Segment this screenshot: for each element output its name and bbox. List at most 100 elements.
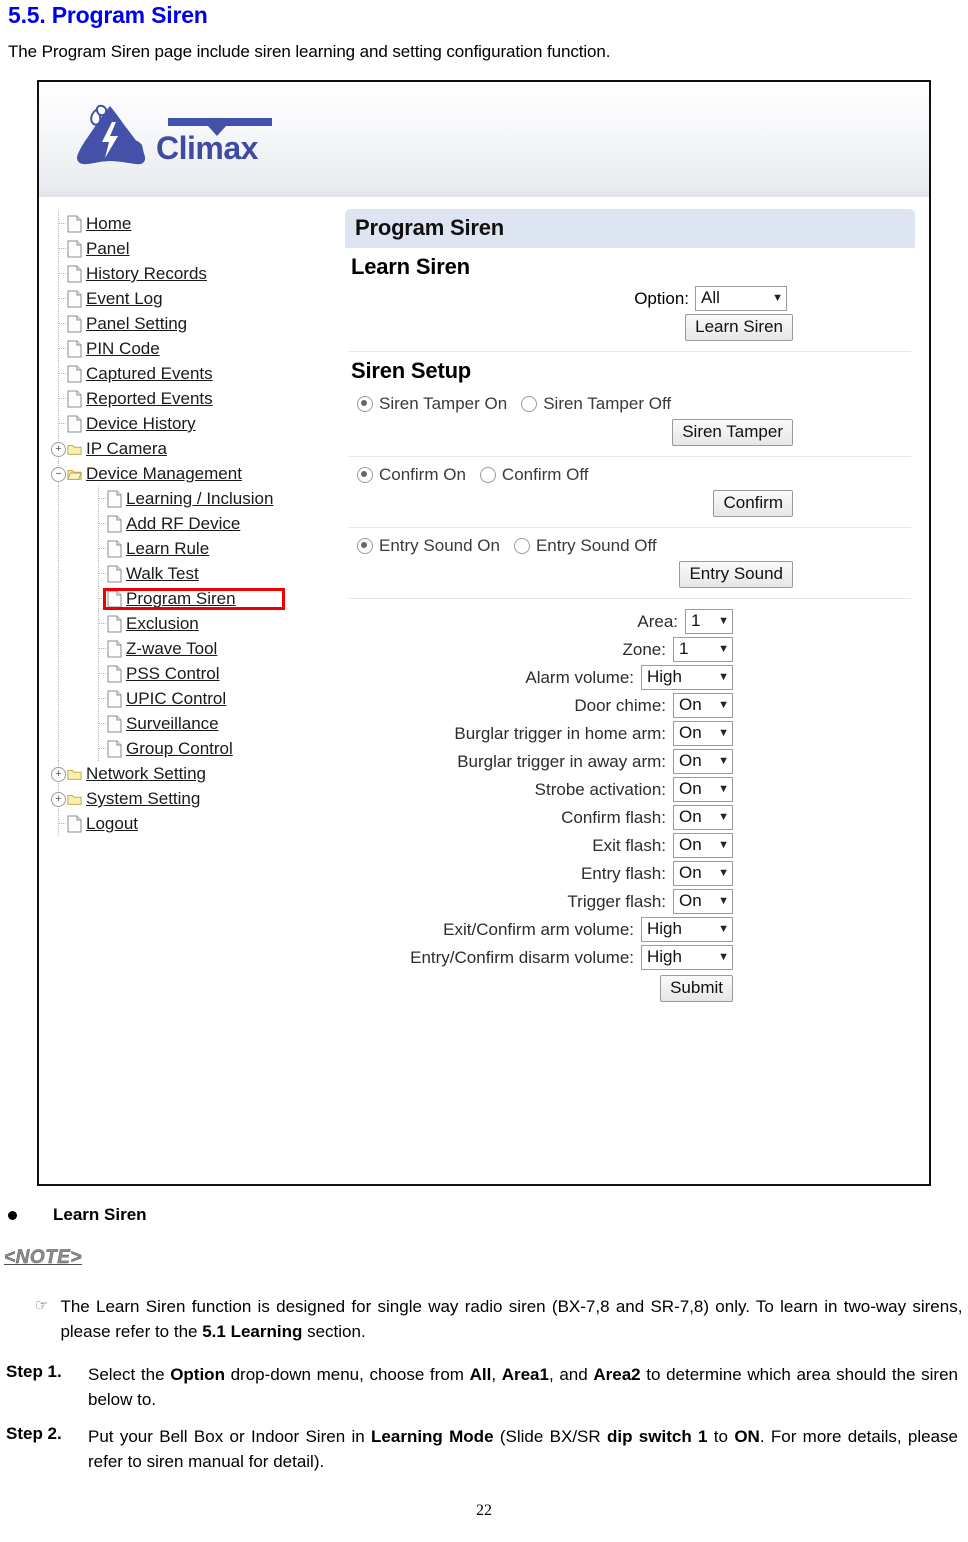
- area-select[interactable]: 1 ▼: [685, 609, 733, 634]
- exit-flash-select[interactable]: On ▼: [673, 833, 733, 858]
- option-select-value: All: [701, 288, 720, 307]
- page-icon: [67, 390, 82, 407]
- tree-toggle-expand-icon[interactable]: +: [51, 442, 66, 457]
- trigger-flash-select[interactable]: On ▼: [673, 889, 733, 914]
- sidebar-item-panel[interactable]: Panel: [45, 236, 339, 261]
- sidebar-item-history-records[interactable]: History Records: [45, 261, 339, 286]
- intro-paragraph: The Program Siren page include siren lea…: [8, 42, 611, 61]
- radio-button-off[interactable]: [521, 396, 538, 412]
- tree-connector: [58, 273, 66, 274]
- sidebar-item-device-history[interactable]: Device History: [45, 411, 339, 436]
- sidebar-item-label: Walk Test: [126, 564, 199, 583]
- sidebar-item-label: Logout: [86, 814, 138, 833]
- brand-name: Climax: [156, 130, 258, 166]
- confirm-button[interactable]: Confirm: [713, 490, 793, 517]
- sidebar-item-upic-control[interactable]: UPIC Control: [45, 686, 339, 711]
- chevron-down-icon: ▼: [772, 292, 783, 304]
- tree-connector: [58, 248, 66, 249]
- zone-select[interactable]: 1 ▼: [673, 637, 733, 662]
- tree-toggle-expand-icon[interactable]: +: [51, 792, 66, 807]
- radio-button-on[interactable]: [357, 396, 373, 412]
- exit-confirm-arm-volume-select[interactable]: High ▼: [641, 917, 733, 942]
- sidebar-item-event-log[interactable]: Event Log: [45, 286, 339, 311]
- submit-button[interactable]: Submit: [660, 975, 733, 1002]
- burglar-trigger-in-away-arm-select[interactable]: On ▼: [673, 749, 733, 774]
- siren-tamper-button[interactable]: Siren Tamper: [672, 419, 793, 446]
- radio-button-off[interactable]: [513, 538, 530, 554]
- field-label: Confirm flash:: [561, 807, 666, 827]
- tree-connector: [98, 573, 106, 574]
- field-area: Area: 1 ▼: [345, 609, 915, 634]
- chevron-down-icon: ▼: [718, 783, 729, 795]
- sidebar-item-ip-camera[interactable]: + IP Camera: [45, 436, 339, 461]
- sidebar-item-z-wave-tool[interactable]: Z-wave Tool: [45, 636, 339, 661]
- door-chime-select[interactable]: On ▼: [673, 693, 733, 718]
- sidebar-item-pin-code[interactable]: PIN Code: [45, 336, 339, 361]
- folder-icon: [67, 794, 82, 805]
- radio-button-on[interactable]: [357, 538, 373, 554]
- sidebar-item-device-management[interactable]: − Device Management: [45, 461, 339, 486]
- page-icon: [67, 290, 82, 307]
- submit-button-row: Submit: [345, 975, 915, 1002]
- sidebar-item-home[interactable]: Home: [45, 211, 339, 236]
- siren-setup-group: Siren Tamper On Siren Tamper Off Siren Tam…: [345, 386, 915, 457]
- radio-button-on[interactable]: [357, 467, 373, 483]
- radio-option-on[interactable]: Siren Tamper On: [357, 394, 507, 414]
- tree-connector: [58, 398, 66, 399]
- tree-connector: [58, 348, 66, 349]
- burglar-trigger-in-home-arm-select[interactable]: On ▼: [673, 721, 733, 746]
- sidebar-item-add-rf-device[interactable]: Add RF Device: [45, 511, 339, 536]
- sidebar-item-learn-rule[interactable]: Learn Rule: [45, 536, 339, 561]
- field-alarm-volume: Alarm volume: High ▼: [345, 665, 915, 690]
- alarm-volume-select[interactable]: High ▼: [641, 665, 733, 690]
- confirm-flash-select[interactable]: On ▼: [673, 805, 733, 830]
- radio-option-off[interactable]: Entry Sound Off: [513, 536, 657, 556]
- bullet-label: Learn Siren: [53, 1205, 147, 1224]
- field-exit-flash: Exit flash: On ▼: [345, 833, 915, 858]
- sidebar-item-network-setting[interactable]: + Network Setting: [45, 761, 339, 786]
- tree-connector: [58, 298, 66, 299]
- sidebar-item-pss-control[interactable]: PSS Control: [45, 661, 339, 686]
- sidebar-item-reported-events[interactable]: Reported Events: [45, 386, 339, 411]
- tree-connector: [98, 623, 106, 624]
- entry-flash-select[interactable]: On ▼: [673, 861, 733, 886]
- sidebar-item-panel-setting[interactable]: Panel Setting: [45, 311, 339, 336]
- radio-option-off[interactable]: Confirm Off: [479, 465, 589, 485]
- radio-option-on[interactable]: Entry Sound On: [357, 536, 500, 556]
- sidebar-item-label: Captured Events: [86, 364, 213, 383]
- nav-tree: Home Panel History Records Event Log Panel S…: [45, 211, 339, 836]
- entry-sound-button[interactable]: Entry Sound: [679, 561, 793, 588]
- sidebar-item-learning-inclusion[interactable]: Learning / Inclusion: [45, 486, 339, 511]
- siren-settings-form: Area: 1 ▼ Zone: 1 ▼ Alarm volume: High ▼ Door chi…: [345, 609, 915, 1002]
- step-1-text: Select the Option drop-down menu, choose…: [88, 1365, 958, 1409]
- main-content: Program Siren Learn Siren Option: All ▼ …: [339, 197, 929, 1002]
- note-block: ☞ The Learn Siren function is designed f…: [35, 1294, 968, 1344]
- option-select[interactable]: All ▼: [695, 286, 787, 311]
- group-button-row: Confirm: [345, 490, 915, 517]
- sidebar-item-captured-events[interactable]: Captured Events: [45, 361, 339, 386]
- radio-option-on[interactable]: Confirm On: [357, 465, 466, 485]
- sidebar-item-surveillance[interactable]: Surveillance: [45, 711, 339, 736]
- sidebar-item-label: Add RF Device: [126, 514, 241, 533]
- field-label: Burglar trigger in away arm:: [457, 751, 666, 771]
- page-icon: [67, 415, 82, 432]
- chevron-down-icon: ▼: [718, 671, 729, 683]
- tree-toggle-expand-icon[interactable]: +: [51, 767, 66, 782]
- sidebar-item-walk-test[interactable]: Walk Test: [45, 561, 339, 586]
- sidebar-item-system-setting[interactable]: + System Setting: [45, 786, 339, 811]
- sidebar-item-group-control[interactable]: Group Control: [45, 736, 339, 761]
- select-value: High: [647, 667, 682, 686]
- learn-siren-button[interactable]: Learn Siren: [685, 314, 793, 341]
- sidebar-item-label: Program Siren: [126, 589, 236, 608]
- tree-toggle-collapse-icon[interactable]: −: [51, 467, 66, 482]
- entry-confirm-disarm-volume-select[interactable]: High ▼: [641, 945, 733, 970]
- option-row: Option: All ▼: [345, 286, 915, 311]
- sidebar-item-program-siren[interactable]: Program Siren: [45, 586, 339, 611]
- radio-option-off[interactable]: Siren Tamper Off: [521, 394, 671, 414]
- radio-button-off[interactable]: [479, 467, 496, 483]
- strobe-activation-select[interactable]: On ▼: [673, 777, 733, 802]
- sidebar-item-logout[interactable]: Logout: [45, 811, 339, 836]
- page-icon: [107, 740, 122, 757]
- chevron-down-icon: ▼: [718, 923, 729, 935]
- sidebar-item-exclusion[interactable]: Exclusion: [45, 611, 339, 636]
